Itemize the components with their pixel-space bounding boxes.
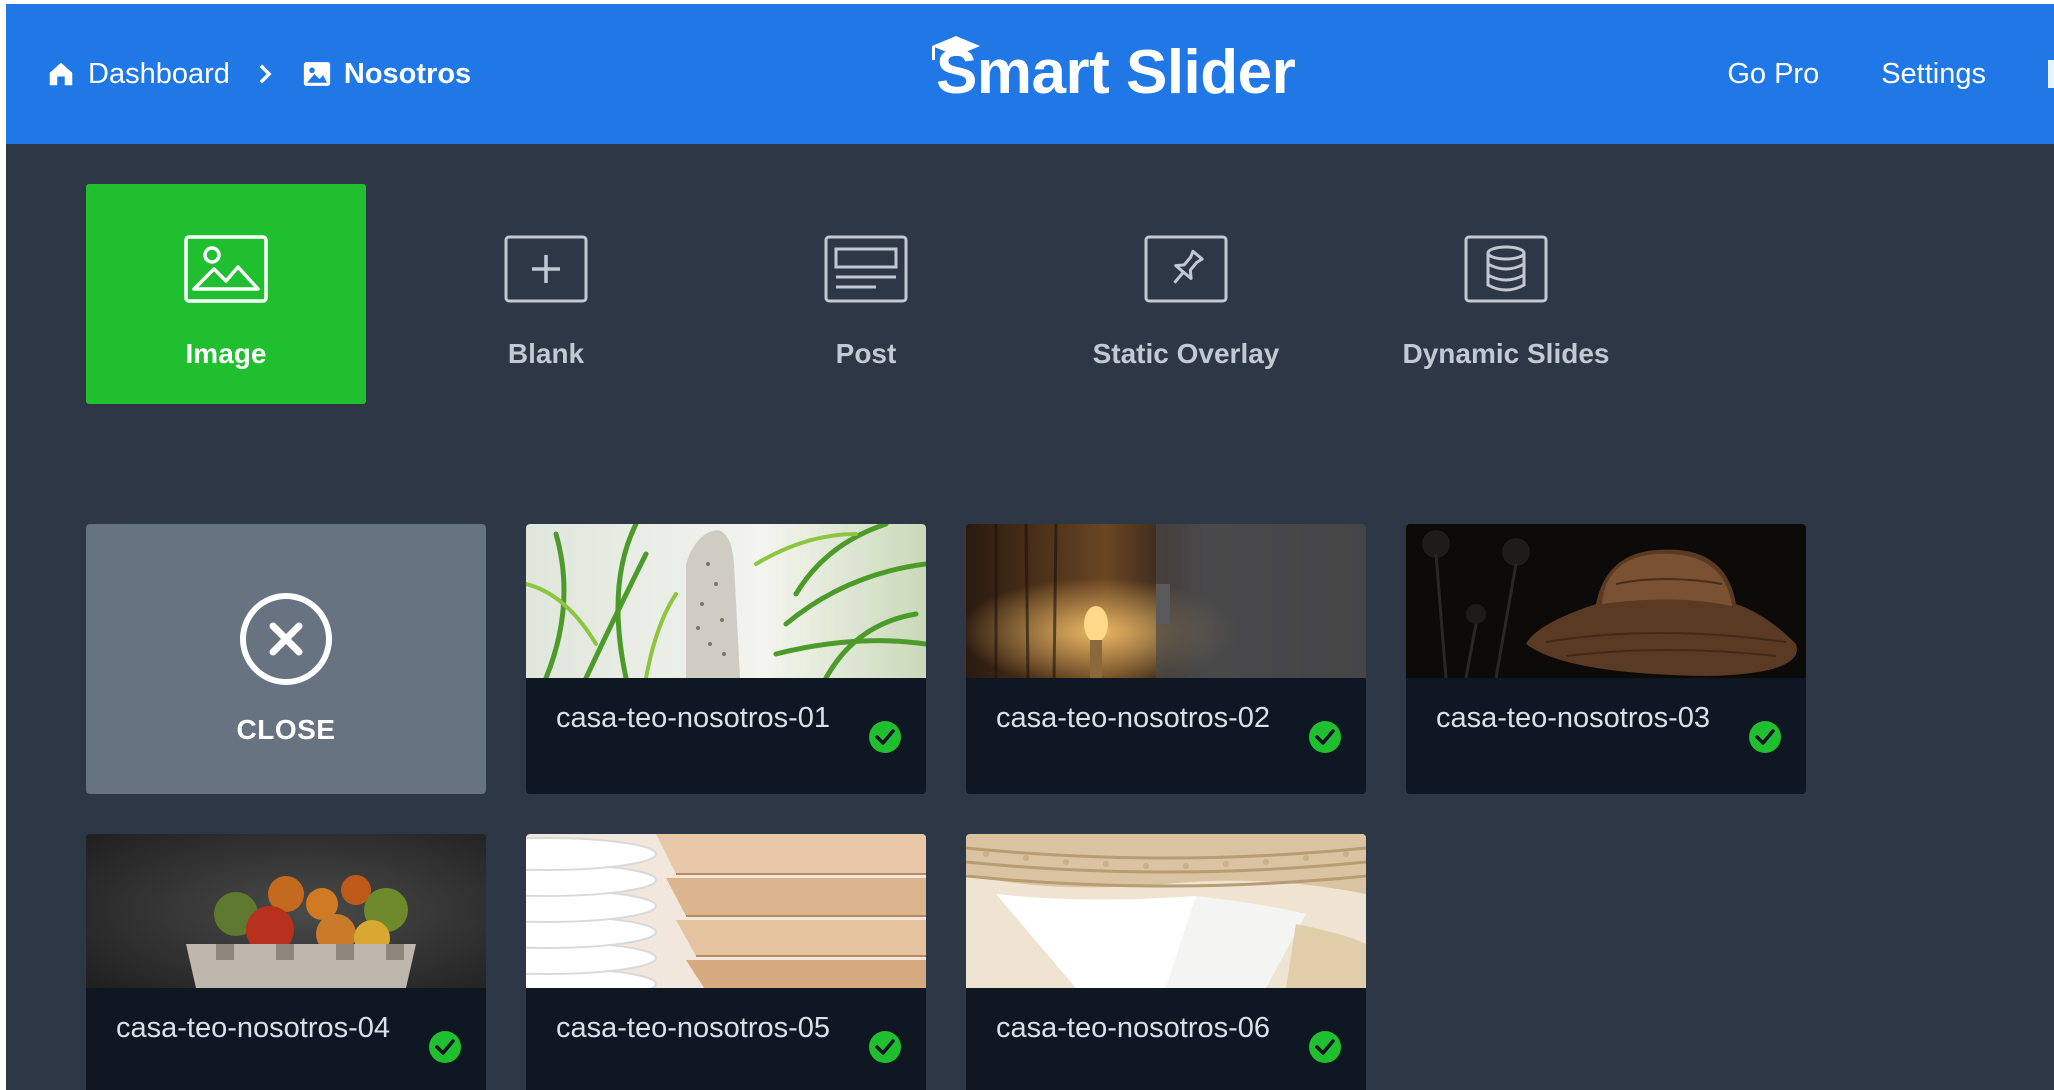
nav-overflow-edge — [2048, 60, 2054, 88]
image-card[interactable]: casa-teo-nosotros-05 — [526, 834, 926, 1090]
top-nav: Go Pro Settings — [1727, 4, 2054, 144]
slide-type-image[interactable]: Image — [86, 184, 366, 404]
slide-type-static-overlay[interactable]: Static Overlay — [1046, 184, 1326, 404]
close-button[interactable]: CLOSE — [86, 524, 486, 794]
close-label: CLOSE — [236, 714, 336, 745]
settings-link[interactable]: Settings — [1881, 58, 1986, 91]
image-card[interactable]: casa-teo-nosotros-03 — [1406, 524, 1806, 794]
image-icon — [303, 62, 330, 86]
image-name: casa-teo-nosotros-04 — [116, 1012, 391, 1044]
image-card[interactable]: casa-teo-nosotros-06 — [966, 834, 1366, 1090]
breadcrumb-nosotros[interactable]: Nosotros — [302, 58, 471, 91]
image-card[interactable]: casa-teo-nosotros-04 — [86, 834, 486, 1090]
post-icon — [824, 235, 908, 303]
check-circle-icon — [1749, 721, 1781, 753]
breadcrumb-dashboard-label: Dashboard — [88, 57, 230, 90]
slide-type-dynamic-slides[interactable]: Dynamic Slides — [1366, 184, 1646, 404]
thumbnail-fruit-bowl — [86, 834, 486, 988]
image-card[interactable]: casa-teo-nosotros-02 — [966, 524, 1366, 794]
image-name: casa-teo-nosotros-03 — [1436, 702, 1711, 734]
check-circle-icon — [869, 721, 901, 753]
image-name: casa-teo-nosotros-01 — [556, 702, 831, 734]
slide-type-label: Image — [185, 338, 267, 369]
thumbnail-plates-boards — [526, 834, 926, 988]
app-frame: Dashboard Nosotros Smart Slider Go Pro S… — [6, 4, 2054, 1090]
slide-type-post[interactable]: Post — [726, 184, 1006, 404]
chevron-right-icon — [256, 63, 274, 85]
slide-type-label: Post — [835, 338, 897, 369]
slide-type-label: Dynamic Slides — [1402, 338, 1610, 369]
thumbnail-lamp — [966, 524, 1366, 678]
breadcrumb: Dashboard Nosotros — [46, 4, 471, 144]
check-circle-icon — [1309, 721, 1341, 753]
image-name: casa-teo-nosotros-02 — [996, 702, 1271, 734]
check-circle-icon — [869, 1031, 901, 1063]
slide-type-blank[interactable]: Blank — [406, 184, 686, 404]
pin-icon — [1144, 235, 1228, 303]
thumbnail-plant-vase — [526, 524, 926, 678]
database-icon — [1464, 235, 1548, 303]
image-icon — [184, 235, 268, 303]
image-card[interactable]: casa-teo-nosotros-01 — [526, 524, 926, 794]
thumbnail-hat — [1406, 524, 1806, 678]
home-icon — [49, 62, 73, 86]
image-name: casa-teo-nosotros-06 — [996, 1012, 1271, 1044]
check-circle-icon — [1309, 1031, 1341, 1063]
close-circle-icon — [240, 593, 332, 685]
slide-type-label: Static Overlay — [1092, 338, 1280, 369]
check-circle-icon — [429, 1031, 461, 1063]
breadcrumb-dashboard[interactable]: Dashboard — [46, 58, 230, 91]
smart-slider-logo: Smart Slider — [928, 32, 1296, 112]
slide-type-selector: Image Blank Post Static Overlay Dynamic … — [86, 184, 1686, 404]
breadcrumb-current-label: Nosotros — [343, 57, 472, 90]
top-bar: Dashboard Nosotros Smart Slider Go Pro S… — [6, 4, 2054, 144]
slide-type-label: Blank — [507, 338, 585, 369]
graduation-cap-icon — [932, 36, 980, 60]
go-pro-link[interactable]: Go Pro — [1727, 58, 1819, 91]
image-name: casa-teo-nosotros-05 — [556, 1012, 831, 1044]
plus-box-icon — [504, 235, 588, 303]
thumbnail-woven-basket — [966, 834, 1366, 988]
